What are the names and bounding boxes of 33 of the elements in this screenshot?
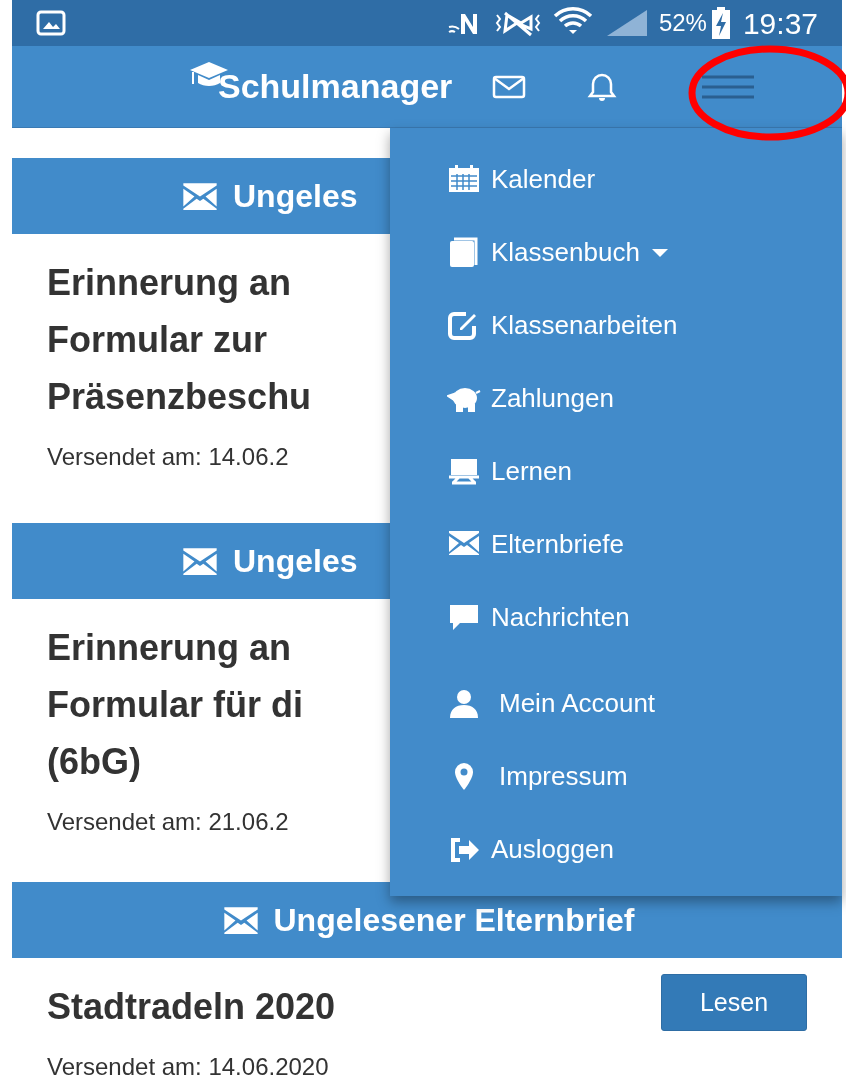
battery-charging-icon — [710, 7, 731, 39]
sent-date: Versendet am: 14.06.2020 — [47, 1052, 329, 1077]
caret-icon — [651, 246, 668, 257]
menu-item[interactable]: Zahlungen — [447, 381, 614, 414]
clock-time: 19:37 — [742, 5, 818, 42]
sent-date: Versendet am: 21.06.2 — [47, 807, 289, 837]
menu-item[interactable]: Mein Account — [447, 686, 656, 719]
card-header-text: Ungeles — [233, 177, 358, 216]
menu-item[interactable]: Lernen — [447, 454, 572, 487]
menu-item[interactable]: Klassenarbeiten — [447, 308, 678, 341]
image-icon — [36, 10, 66, 36]
menu-button[interactable] — [702, 73, 755, 100]
app-title: Schulmanager — [218, 66, 453, 107]
menu-item[interactable]: Ausloggen — [447, 832, 614, 865]
message-title: Stadtradeln 2020 — [47, 985, 336, 1029]
menu-icon — [702, 73, 755, 100]
card-header-text: Ungeles — [233, 542, 358, 581]
read-button[interactable]: Lesen — [661, 974, 807, 1031]
book-icon — [447, 236, 481, 267]
menu-item[interactable]: Elternbriefe — [447, 527, 624, 560]
menu-item[interactable]: Impressum — [447, 759, 628, 792]
mail-button[interactable] — [492, 74, 527, 99]
user-icon — [447, 687, 481, 718]
calendar-icon — [447, 163, 481, 194]
card-header-text: Ungelesener Elternbrief — [273, 901, 635, 940]
message-title: Erinnerung an Formular für di (6bG) — [47, 626, 303, 784]
menu-item[interactable]: Nachrichten — [447, 600, 630, 633]
sent-date: Versendet am: 14.06.2 — [47, 442, 289, 472]
envelope-icon — [492, 74, 527, 99]
menu-item[interactable]: Klassenbuch — [447, 235, 668, 268]
message-title: Erinnerung an Formular zur Präsenzbeschu — [47, 261, 312, 419]
menu-item[interactable]: Kalender — [447, 162, 596, 195]
battery-percentage: 52% — [658, 8, 707, 38]
